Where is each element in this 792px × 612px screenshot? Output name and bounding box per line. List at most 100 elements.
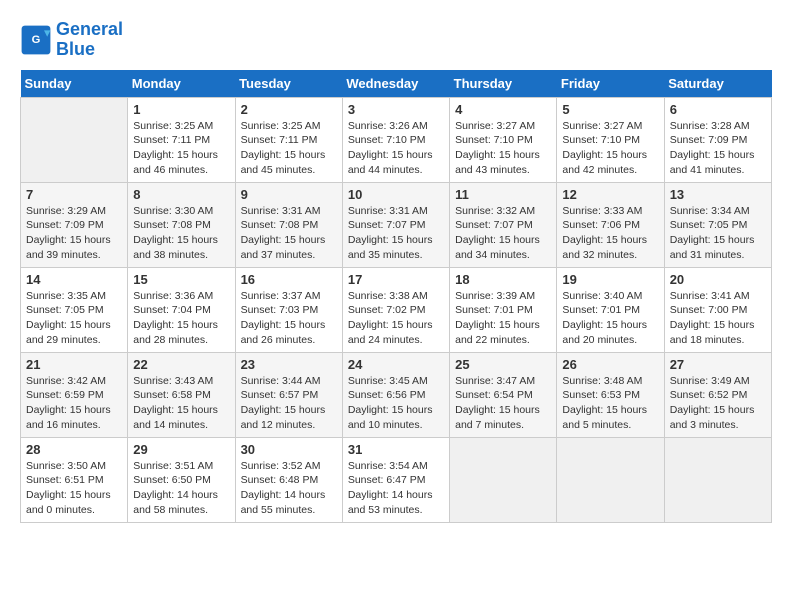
calendar-cell: 20Sunrise: 3:41 AM Sunset: 7:00 PM Dayli… [664,267,771,352]
day-info: Sunrise: 3:34 AM Sunset: 7:05 PM Dayligh… [670,204,766,263]
calendar-cell: 18 Sunrise: 3:39 AM Sunset: 7:01 PM Dayli… [450,267,557,352]
day-number: 27 [670,357,766,372]
calendar-cell: 2Sunrise: 3:25 AM Sunset: 7:11 PM Daylig… [235,97,342,182]
calendar-cell: 17Sunrise: 3:38 AM Sunset: 7:02 PM Dayli… [342,267,449,352]
calendar-cell: 13 Sunrise: 3:34 AM Sunset: 7:05 PM Dayli… [664,182,771,267]
day-info: Sunrise: 3:44 AM Sunset: 6:57 PM Dayligh… [241,374,337,433]
day-number: 12 [562,187,658,202]
day-info: Sunrise: 3:36 AM Sunset: 7:04 PM Dayligh… [133,289,229,348]
day-info: Sunrise: 3:33 AM Sunset: 7:06 PM Dayligh… [562,204,658,263]
day-info: Sunrise: 3:27 AM Sunset: 7:10 PM Dayligh… [455,119,551,178]
calendar-cell: 22 Sunrise: 3:43 AM Sunset: 6:58 PM Dayli… [128,352,235,437]
day-info: Sunrise: 3:51 AM Sunset: 6:50 PM Dayligh… [133,459,229,518]
day-number: 3 [348,102,444,117]
day-info: Sunrise: 3:39 AM Sunset: 7:01 PM Dayligh… [455,289,551,348]
day-number: 19 [562,272,658,287]
day-info: Sunrise: 3:40 AM Sunset: 7:01 PM Dayligh… [562,289,658,348]
day-number: 5 [562,102,658,117]
day-number: 1 [133,102,229,117]
day-number: 10 [348,187,444,202]
day-number: 13 [670,187,766,202]
calendar-week-row: 14 Sunrise: 3:35 AM Sunset: 7:05 PM Dayli… [21,267,772,352]
day-number: 15 [133,272,229,287]
day-info: Sunrise: 3:47 AM Sunset: 6:54 PM Dayligh… [455,374,551,433]
calendar-cell: 1 Sunrise: 3:25 AM Sunset: 7:11 PM Daylig… [128,97,235,182]
calendar-cell: 4 Sunrise: 3:27 AM Sunset: 7:10 PM Daylig… [450,97,557,182]
day-info: Sunrise: 3:25 AM Sunset: 7:11 PM Dayligh… [133,119,229,178]
day-info: Sunrise: 3:50 AM Sunset: 6:51 PM Dayligh… [26,459,122,518]
day-number: 17 [348,272,444,287]
calendar-cell: 12 Sunrise: 3:33 AM Sunset: 7:06 PM Dayli… [557,182,664,267]
calendar-cell: 8Sunrise: 3:30 AM Sunset: 7:08 PM Daylig… [128,182,235,267]
day-number: 22 [133,357,229,372]
calendar-cell: 24Sunrise: 3:45 AM Sunset: 6:56 PM Dayli… [342,352,449,437]
calendar-week-row: 21 Sunrise: 3:42 AM Sunset: 6:59 PM Dayli… [21,352,772,437]
day-info: Sunrise: 3:52 AM Sunset: 6:48 PM Dayligh… [241,459,337,518]
calendar-cell: 26 Sunrise: 3:48 AM Sunset: 6:53 PM Dayli… [557,352,664,437]
calendar-cell: 15 Sunrise: 3:36 AM Sunset: 7:04 PM Dayli… [128,267,235,352]
calendar-cell: 14 Sunrise: 3:35 AM Sunset: 7:05 PM Dayli… [21,267,128,352]
day-number: 6 [670,102,766,117]
calendar-cell: 9Sunrise: 3:31 AM Sunset: 7:08 PM Daylig… [235,182,342,267]
day-info: Sunrise: 3:31 AM Sunset: 7:08 PM Dayligh… [241,204,337,263]
day-number: 30 [241,442,337,457]
calendar-header-row: SundayMondayTuesdayWednesdayThursdayFrid… [21,70,772,98]
day-info: Sunrise: 3:45 AM Sunset: 6:56 PM Dayligh… [348,374,444,433]
day-info: Sunrise: 3:28 AM Sunset: 7:09 PM Dayligh… [670,119,766,178]
calendar-header-saturday: Saturday [664,70,771,98]
calendar-cell: 28 Sunrise: 3:50 AM Sunset: 6:51 PM Dayli… [21,437,128,522]
day-number: 11 [455,187,551,202]
calendar-cell: 6 Sunrise: 3:28 AM Sunset: 7:09 PM Daylig… [664,97,771,182]
calendar-week-row: 1 Sunrise: 3:25 AM Sunset: 7:11 PM Daylig… [21,97,772,182]
day-info: Sunrise: 3:48 AM Sunset: 6:53 PM Dayligh… [562,374,658,433]
calendar-cell: 29 Sunrise: 3:51 AM Sunset: 6:50 PM Dayli… [128,437,235,522]
day-number: 28 [26,442,122,457]
calendar-header-monday: Monday [128,70,235,98]
day-info: Sunrise: 3:30 AM Sunset: 7:08 PM Dayligh… [133,204,229,263]
calendar-cell: 31Sunrise: 3:54 AM Sunset: 6:47 PM Dayli… [342,437,449,522]
calendar-cell [557,437,664,522]
day-info: Sunrise: 3:29 AM Sunset: 7:09 PM Dayligh… [26,204,122,263]
day-number: 18 [455,272,551,287]
calendar-cell: 30 Sunrise: 3:52 AM Sunset: 6:48 PM Dayli… [235,437,342,522]
page-container: G General Blue SundayMondayTuesdayWednes… [20,20,772,523]
day-number: 2 [241,102,337,117]
calendar-cell: 19 Sunrise: 3:40 AM Sunset: 7:01 PM Dayli… [557,267,664,352]
logo-icon: G [20,24,52,56]
day-info: Sunrise: 3:37 AM Sunset: 7:03 PM Dayligh… [241,289,337,348]
day-number: 7 [26,187,122,202]
calendar-cell: 21 Sunrise: 3:42 AM Sunset: 6:59 PM Dayli… [21,352,128,437]
day-number: 4 [455,102,551,117]
header: G General Blue [20,20,772,60]
day-number: 25 [455,357,551,372]
calendar-cell: 16 Sunrise: 3:37 AM Sunset: 7:03 PM Dayli… [235,267,342,352]
calendar-header-wednesday: Wednesday [342,70,449,98]
day-number: 14 [26,272,122,287]
day-info: Sunrise: 3:27 AM Sunset: 7:10 PM Dayligh… [562,119,658,178]
day-number: 29 [133,442,229,457]
day-info: Sunrise: 3:49 AM Sunset: 6:52 PM Dayligh… [670,374,766,433]
calendar-header-thursday: Thursday [450,70,557,98]
day-info: Sunrise: 3:35 AM Sunset: 7:05 PM Dayligh… [26,289,122,348]
day-info: Sunrise: 3:43 AM Sunset: 6:58 PM Dayligh… [133,374,229,433]
calendar-table: SundayMondayTuesdayWednesdayThursdayFrid… [20,70,772,523]
calendar-cell: 25 Sunrise: 3:47 AM Sunset: 6:54 PM Dayli… [450,352,557,437]
day-info: Sunrise: 3:32 AM Sunset: 7:07 PM Dayligh… [455,204,551,263]
day-number: 21 [26,357,122,372]
logo: G General Blue [20,20,123,60]
day-info: Sunrise: 3:42 AM Sunset: 6:59 PM Dayligh… [26,374,122,433]
calendar-cell: 11 Sunrise: 3:32 AM Sunset: 7:07 PM Dayli… [450,182,557,267]
calendar-cell: 5 Sunrise: 3:27 AM Sunset: 7:10 PM Daylig… [557,97,664,182]
calendar-body: 1 Sunrise: 3:25 AM Sunset: 7:11 PM Daylig… [21,97,772,522]
calendar-cell: 7 Sunrise: 3:29 AM Sunset: 7:09 PM Daylig… [21,182,128,267]
day-number: 26 [562,357,658,372]
calendar-header-sunday: Sunday [21,70,128,98]
calendar-cell [450,437,557,522]
day-info: Sunrise: 3:26 AM Sunset: 7:10 PM Dayligh… [348,119,444,178]
day-number: 31 [348,442,444,457]
day-info: Sunrise: 3:31 AM Sunset: 7:07 PM Dayligh… [348,204,444,263]
calendar-cell [21,97,128,182]
day-number: 16 [241,272,337,287]
calendar-cell: 10 Sunrise: 3:31 AM Sunset: 7:07 PM Dayli… [342,182,449,267]
calendar-header-tuesday: Tuesday [235,70,342,98]
